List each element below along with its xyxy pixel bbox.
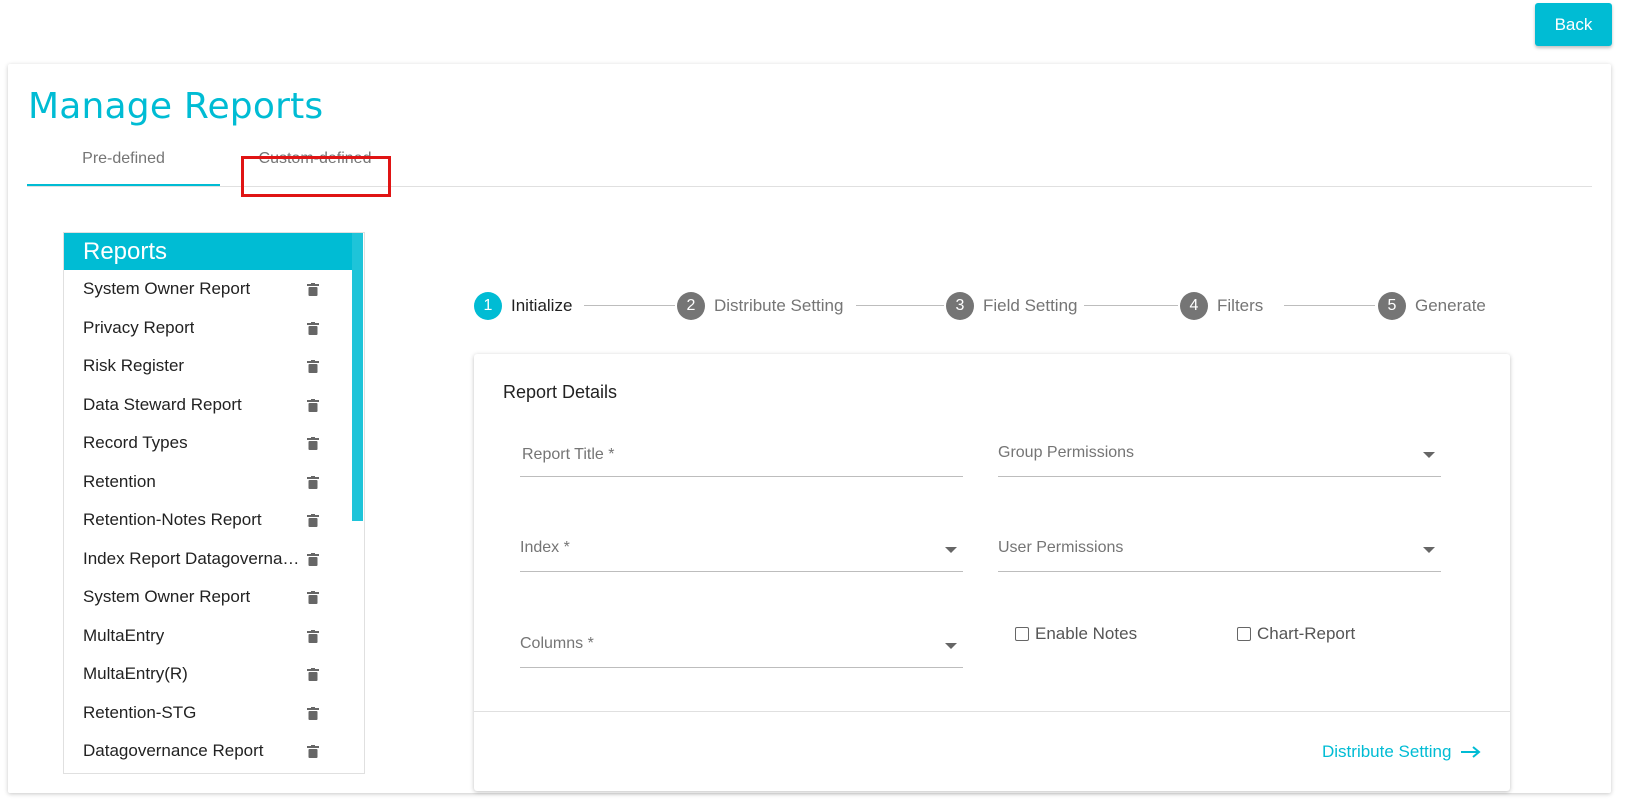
sidebar-report-label: MultaEntry(R) bbox=[83, 664, 188, 683]
chart-report-checkbox[interactable]: Chart-Report bbox=[1237, 624, 1355, 644]
distribute-setting-next-button[interactable]: Distribute Setting bbox=[1322, 742, 1482, 762]
step-connector bbox=[1084, 305, 1178, 306]
reports-sidebar: Reports System Owner Report Privacy Repor… bbox=[63, 232, 365, 774]
trash-icon[interactable] bbox=[307, 514, 319, 527]
sidebar-report-item[interactable]: Record Types bbox=[64, 424, 352, 463]
trash-icon[interactable] bbox=[307, 552, 319, 566]
sidebar-report-label: Datagovernance Report bbox=[83, 741, 264, 760]
report-stepper: 1 Initialize 2 Distribute Setting 3 Fiel… bbox=[474, 291, 1534, 321]
sidebar-report-label: Retention-Notes Report bbox=[83, 510, 262, 529]
sidebar-report-label: MultaEntry bbox=[83, 625, 165, 645]
next-label: Distribute Setting bbox=[1322, 742, 1452, 761]
step-label: Generate bbox=[1415, 296, 1486, 315]
trash-icon[interactable] bbox=[307, 321, 319, 335]
step-label: Initialize bbox=[511, 296, 573, 315]
step-initialize[interactable]: 1 Initialize bbox=[474, 291, 572, 321]
step-number: 1 bbox=[474, 292, 502, 320]
sidebar-report-label: Record Types bbox=[83, 433, 188, 452]
trash-icon[interactable] bbox=[307, 745, 319, 758]
columns-select[interactable]: Columns * bbox=[520, 627, 963, 668]
user-permissions-select[interactable]: User Permissions bbox=[998, 531, 1441, 572]
trash-icon[interactable] bbox=[307, 360, 319, 373]
step-connector bbox=[584, 305, 675, 306]
step-filters[interactable]: 4 Filters bbox=[1180, 291, 1263, 321]
tab-pre-defined[interactable]: Pre-defined bbox=[27, 146, 220, 186]
group-permissions-placeholder: Group Permissions bbox=[998, 444, 1135, 461]
trash-icon[interactable] bbox=[307, 437, 319, 450]
enable-notes-checkbox[interactable]: Enable Notes bbox=[1015, 624, 1137, 644]
report-type-tabs: Pre-defined Custom-defined bbox=[27, 146, 1592, 187]
index-select[interactable]: Index * bbox=[520, 531, 963, 572]
trash-icon[interactable] bbox=[307, 398, 319, 412]
chevron-down-icon bbox=[945, 643, 957, 649]
chevron-down-icon bbox=[945, 547, 957, 553]
user-permissions-placeholder: User Permissions bbox=[998, 539, 1124, 556]
group-permissions-select[interactable]: Group Permissions bbox=[998, 436, 1441, 477]
manage-reports-card: Manage Reports Pre-defined Custom-define… bbox=[8, 64, 1611, 793]
step-number: 4 bbox=[1180, 292, 1208, 320]
trash-icon[interactable] bbox=[307, 668, 319, 681]
sidebar-report-item[interactable]: Index Report Datagovernance bbox=[64, 540, 352, 579]
step-label: Field Setting bbox=[983, 296, 1078, 315]
step-field-setting[interactable]: 3 Field Setting bbox=[946, 291, 1078, 321]
sidebar-scrollbar-thumb[interactable] bbox=[352, 233, 363, 521]
form-divider bbox=[474, 711, 1510, 712]
sidebar-report-item[interactable]: MultaEntry(R) bbox=[64, 655, 352, 694]
step-connector bbox=[856, 305, 944, 306]
step-number: 2 bbox=[677, 292, 705, 320]
reports-list: System Owner Report Privacy Report Risk Re… bbox=[64, 270, 352, 771]
step-generate[interactable]: 5 Generate bbox=[1378, 291, 1486, 321]
step-connector bbox=[1284, 305, 1375, 306]
index-placeholder: Index * bbox=[520, 539, 570, 556]
sidebar-report-item[interactable]: MultaEntry bbox=[64, 617, 352, 656]
trash-icon[interactable] bbox=[307, 629, 319, 643]
sidebar-report-item[interactable]: Privacy Report bbox=[64, 309, 352, 348]
sidebar-report-label: Risk Register bbox=[83, 356, 185, 375]
sidebar-report-item[interactable]: System Owner Report bbox=[64, 270, 352, 309]
report-title-field[interactable] bbox=[520, 436, 967, 477]
form-heading: Report Details bbox=[503, 382, 618, 402]
sidebar-report-item[interactable]: Retention-Notes Report bbox=[64, 501, 352, 540]
sidebar-report-item[interactable]: System Owner Report bbox=[64, 578, 352, 617]
sidebar-report-item[interactable]: Risk Register bbox=[64, 347, 352, 386]
checkbox-square[interactable] bbox=[1237, 627, 1251, 641]
sidebar-report-item[interactable]: Datagovernance Report bbox=[64, 732, 352, 771]
step-number: 3 bbox=[946, 292, 974, 320]
sidebar-report-item[interactable]: Data Steward Report bbox=[64, 386, 352, 425]
chart-report-label: Chart-Report bbox=[1257, 624, 1356, 643]
chevron-down-icon bbox=[1423, 452, 1435, 458]
sidebar-report-label: Privacy Report bbox=[83, 317, 195, 337]
enable-notes-label: Enable Notes bbox=[1035, 624, 1138, 643]
sidebar-report-label: Retention-STG bbox=[83, 702, 197, 722]
trash-icon[interactable] bbox=[307, 591, 319, 604]
trash-icon[interactable] bbox=[307, 283, 319, 296]
sidebar-report-label: Data Steward Report bbox=[83, 394, 242, 414]
step-label: Distribute Setting bbox=[714, 296, 844, 315]
page-title: Manage Reports bbox=[28, 86, 324, 127]
sidebar-report-label: Index Report Datagovernance bbox=[83, 548, 305, 568]
arrow-right-icon bbox=[1461, 746, 1482, 758]
reports-sidebar-title: Reports bbox=[64, 233, 352, 270]
chevron-down-icon bbox=[1423, 547, 1435, 553]
trash-icon[interactable] bbox=[307, 706, 319, 720]
back-button[interactable]: Back bbox=[1535, 3, 1612, 46]
sidebar-report-label: System Owner Report bbox=[83, 279, 251, 298]
step-label: Filters bbox=[1217, 296, 1264, 315]
trash-icon[interactable] bbox=[307, 475, 319, 489]
sidebar-report-label: Retention bbox=[83, 471, 156, 491]
tab-custom-defined[interactable]: Custom-defined bbox=[239, 146, 391, 184]
columns-placeholder: Columns * bbox=[520, 635, 594, 652]
sidebar-report-label: System Owner Report bbox=[83, 587, 251, 606]
report-details-form: Report Details Group Permissions Index *… bbox=[474, 354, 1510, 791]
step-number: 5 bbox=[1378, 292, 1406, 320]
checkbox-square[interactable] bbox=[1015, 627, 1029, 641]
step-distribute-setting[interactable]: 2 Distribute Setting bbox=[677, 291, 843, 321]
sidebar-report-item[interactable]: Retention bbox=[64, 463, 352, 502]
report-title-input[interactable] bbox=[520, 436, 967, 474]
sidebar-report-item[interactable]: Retention-STG bbox=[64, 694, 352, 733]
